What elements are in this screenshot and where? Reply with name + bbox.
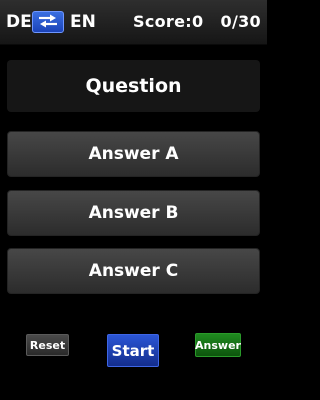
answer-b-button[interactable]: Answer B: [7, 190, 260, 236]
answer-c-button[interactable]: Answer C: [7, 248, 260, 294]
score-label: Score:0: [133, 12, 204, 31]
question-text: Question: [85, 75, 182, 97]
source-language-label: DE: [6, 12, 32, 32]
show-answer-button[interactable]: Answer: [195, 333, 241, 357]
answer-a-label: Answer A: [88, 144, 179, 164]
swap-arrows-icon: [37, 13, 59, 32]
target-language-label: EN: [70, 12, 96, 32]
show-answer-label: Answer: [195, 338, 241, 352]
reset-label: Reset: [29, 338, 66, 352]
answer-c-label: Answer C: [88, 261, 179, 281]
swap-languages-button[interactable]: [32, 11, 64, 33]
question-display: Question: [7, 60, 260, 112]
answer-a-button[interactable]: Answer A: [7, 131, 260, 177]
start-label: Start: [111, 341, 155, 360]
reset-button[interactable]: Reset: [26, 334, 69, 356]
start-button[interactable]: Start: [107, 334, 159, 367]
top-bar: DE EN Score:0 0/30: [0, 0, 267, 45]
answer-b-label: Answer B: [88, 203, 179, 223]
progress-counter: 0/30: [220, 12, 261, 31]
app-screen: DE EN Score:0 0/30 Question Answer A Ans…: [0, 0, 267, 400]
